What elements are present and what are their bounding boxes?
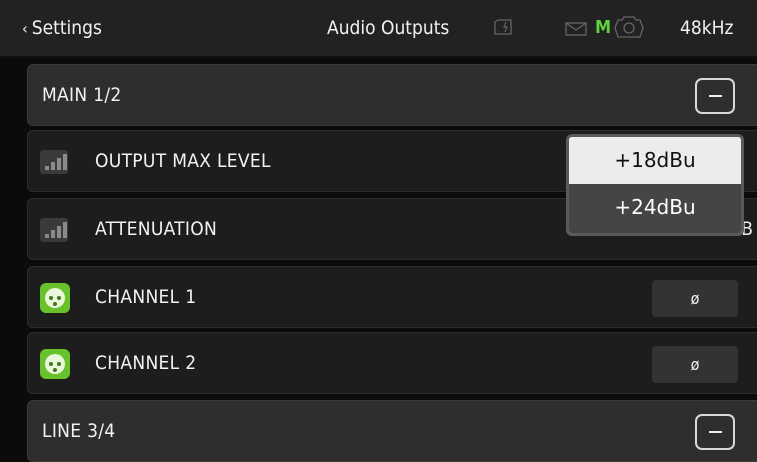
section-line: LINE 3/4 bbox=[27, 400, 757, 462]
collapse-main-button[interactable] bbox=[695, 78, 735, 114]
section-main: MAIN 1/2 bbox=[27, 64, 757, 126]
monitor-indicator: M bbox=[595, 17, 612, 38]
page-title: Audio Outputs bbox=[327, 17, 450, 39]
top-bar: ‹ Settings Audio Outputs M 48kHz bbox=[0, 0, 757, 58]
level-meter-icon bbox=[40, 150, 68, 174]
channel2-phase-button[interactable]: ø bbox=[652, 346, 738, 383]
channel1-label: CHANNEL 1 bbox=[95, 286, 197, 308]
xlr-connector-icon bbox=[40, 283, 70, 313]
back-button[interactable]: ‹ Settings bbox=[22, 17, 102, 39]
back-label: Settings bbox=[31, 17, 102, 39]
sample-rate: 48kHz bbox=[680, 17, 734, 39]
channel2-label: CHANNEL 2 bbox=[95, 352, 197, 374]
section-line-label: LINE 3/4 bbox=[42, 420, 116, 442]
collapse-line-button[interactable] bbox=[695, 414, 735, 450]
mail-icon bbox=[565, 22, 587, 36]
section-main-label: MAIN 1/2 bbox=[42, 84, 122, 106]
sd-card-icon bbox=[494, 19, 512, 35]
xlr-connector-icon bbox=[40, 349, 70, 379]
output-level-dropdown: +18dBu +24dBu bbox=[566, 134, 744, 236]
camera-icon bbox=[614, 16, 644, 38]
dropdown-option-24dbu[interactable]: +24dBu bbox=[569, 184, 741, 233]
channel1-phase-button[interactable]: ø bbox=[652, 280, 738, 317]
level-meter-icon bbox=[40, 218, 68, 242]
output-max-level-label: OUTPUT MAX LEVEL bbox=[95, 150, 271, 172]
channel1-row: CHANNEL 1 ø bbox=[27, 266, 757, 328]
chevron-left-icon: ‹ bbox=[22, 18, 28, 38]
attenuation-label: ATTENUATION bbox=[95, 218, 218, 240]
dropdown-option-18dbu[interactable]: +18dBu bbox=[569, 137, 741, 184]
channel2-row: CHANNEL 2 ø bbox=[27, 332, 757, 394]
